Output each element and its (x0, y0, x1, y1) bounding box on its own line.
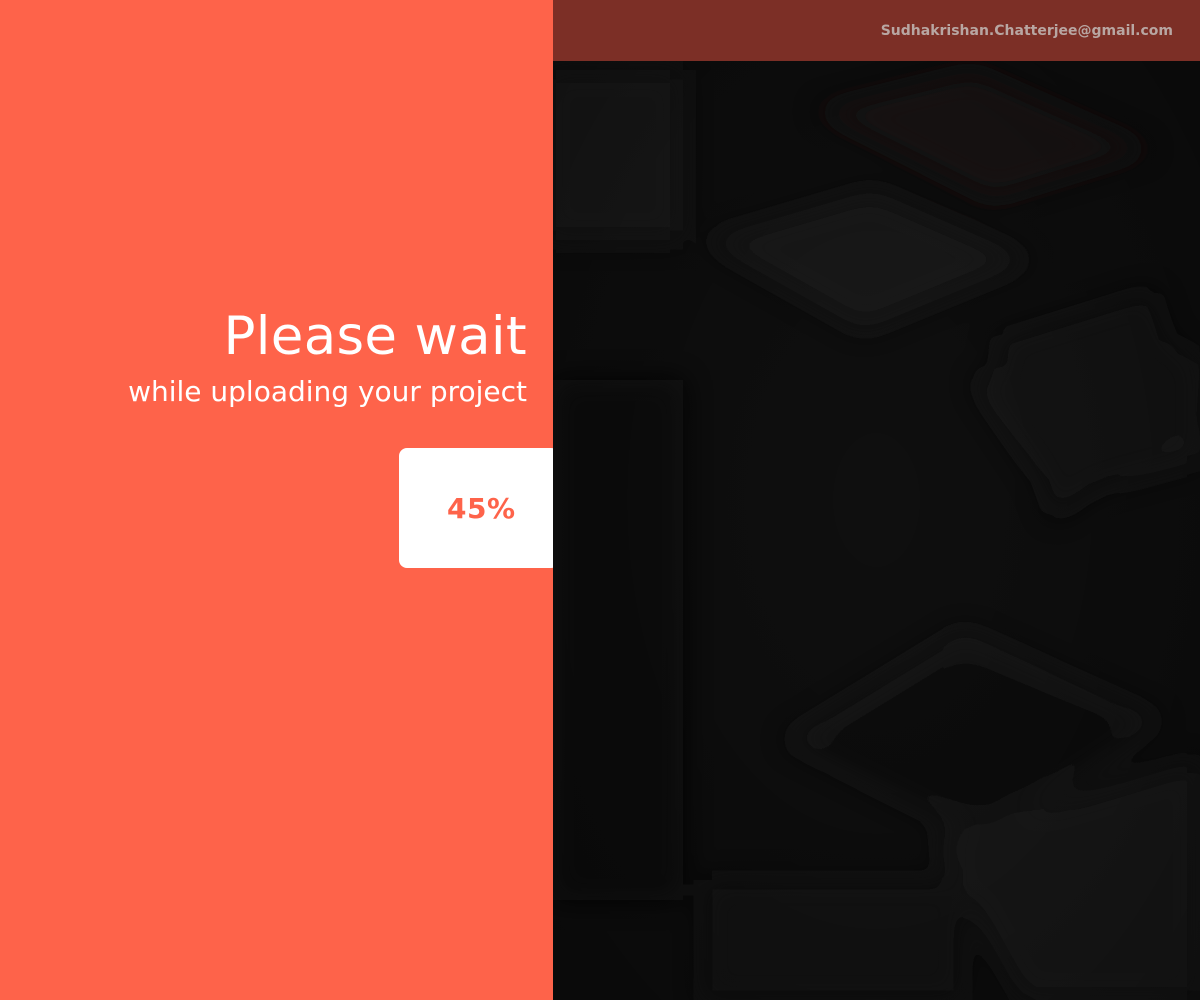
page-subtitle: while uploading your project (128, 375, 527, 408)
background-image-panel: Sudhakrishan.Chatterjee@gmail.com (553, 0, 1200, 1000)
user-email[interactable]: Sudhakrishan.Chatterjee@gmail.com (881, 23, 1173, 39)
top-header-bar: Sudhakrishan.Chatterjee@gmail.com (553, 0, 1200, 61)
background-photo (553, 0, 1200, 1000)
upload-screen: Please wait while uploading your project… (0, 0, 1200, 1000)
upload-status-panel: Please wait while uploading your project… (0, 0, 559, 1000)
page-title: Please wait (223, 306, 527, 367)
upload-progress-card: 45% (399, 448, 559, 568)
upload-progress-value: 45% (447, 491, 516, 525)
